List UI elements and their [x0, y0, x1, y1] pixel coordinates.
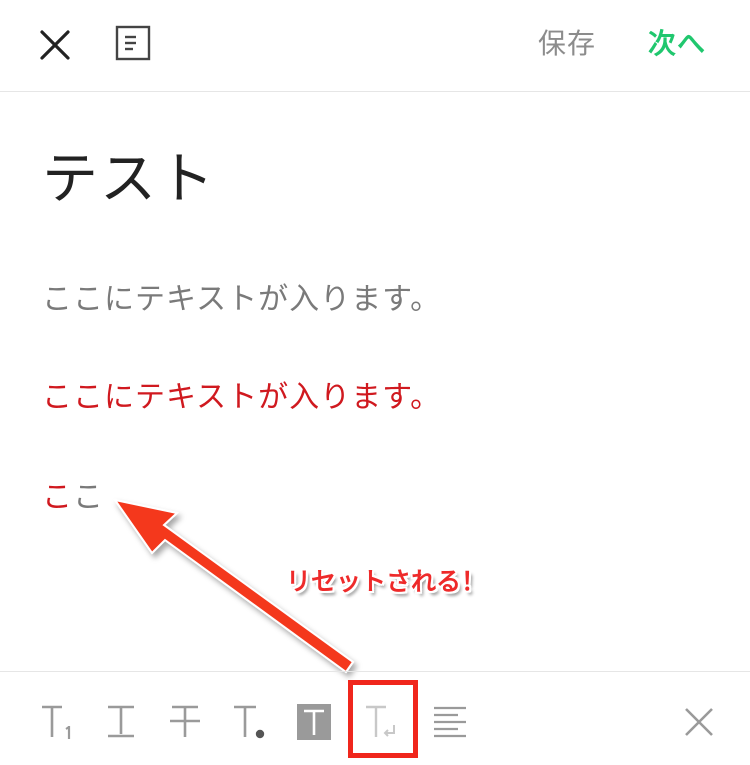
align-left-icon[interactable]	[432, 703, 472, 743]
text-size-small-icon[interactable]	[40, 703, 80, 743]
document-icon[interactable]	[114, 24, 152, 62]
close-icon[interactable]	[36, 26, 74, 64]
body-paragraph-red[interactable]: ここにテキストが入ります。	[42, 372, 441, 416]
top-bar: 保存 次へ	[0, 0, 750, 92]
strikethrough-icon[interactable]	[168, 703, 208, 743]
body-paragraph[interactable]: ここにテキストが入ります。	[42, 274, 441, 318]
next-button[interactable]: 次へ	[648, 22, 706, 62]
text-size-medium-icon[interactable]	[104, 703, 144, 743]
close-icon[interactable]	[680, 703, 720, 743]
text-highlight-icon[interactable]	[296, 703, 336, 743]
reset-text-fragment: こ	[73, 480, 104, 515]
red-text-fragment: こ	[42, 480, 73, 515]
format-toolbar	[0, 671, 750, 765]
save-button[interactable]: 保存	[538, 22, 596, 62]
annotation-label: リセットされる！	[286, 567, 487, 596]
post-title[interactable]: テスト	[42, 134, 216, 215]
reset-format-icon[interactable]	[364, 703, 404, 743]
body-paragraph-cursor[interactable]: ここ	[42, 472, 104, 516]
text-color-icon[interactable]	[232, 703, 272, 743]
